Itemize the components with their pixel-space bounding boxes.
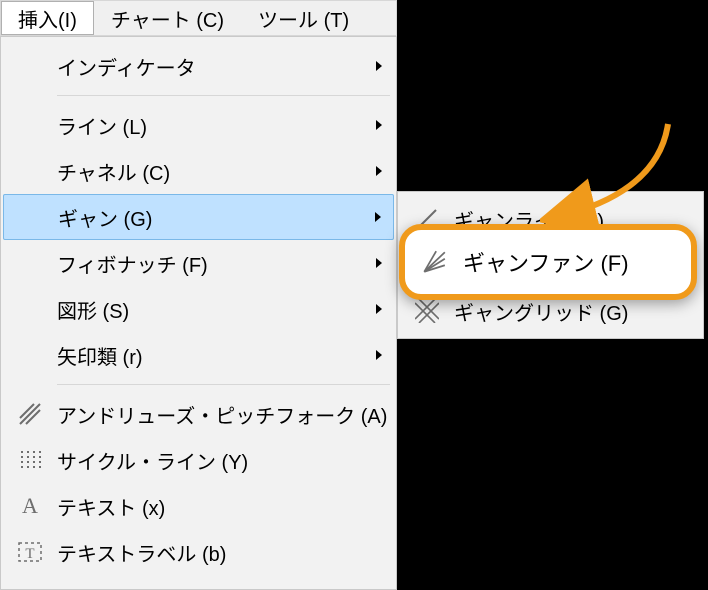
svg-text:T: T	[25, 546, 34, 562]
submenu-arrow-icon	[370, 165, 388, 177]
menu-item-fibonacci[interactable]: フィボナッチ (F)	[3, 240, 394, 286]
pitchfork-icon	[16, 400, 44, 428]
menu-item-text-label: テキスト (x)	[57, 492, 370, 521]
menu-item-cycle[interactable]: サイクル・ライン (Y)	[3, 437, 394, 483]
menu-tools-label: ツール (T)	[258, 4, 349, 33]
separator	[57, 384, 390, 385]
menu-item-text[interactable]: A テキスト (x)	[3, 483, 394, 529]
submenu-arrow-icon	[369, 211, 387, 223]
submenu-arrow-icon	[370, 119, 388, 131]
menu-item-arrows[interactable]: 矢印類 (r)	[3, 332, 394, 378]
callout-gannfan: ギャンファン (F)	[399, 224, 697, 300]
gann-grid-icon	[413, 297, 441, 325]
insert-dropdown: インディケータ ライン (L) チャネル (C) ギャン (G) フィボナッチ …	[0, 36, 397, 590]
menu-item-line[interactable]: ライン (L)	[3, 102, 394, 148]
gann-fan-icon	[420, 248, 448, 276]
menu-item-pitchfork-label: アンドリューズ・ピッチフォーク (A)	[57, 400, 387, 429]
menu-chart-label: チャート (C)	[111, 4, 224, 33]
cycle-lines-icon	[16, 446, 44, 474]
callout-label: ギャンファン (F)	[463, 246, 691, 278]
submenu-item-ganngrid-label: ギャングリッド (G)	[454, 297, 693, 326]
menu-insert[interactable]: 挿入(I)	[1, 1, 94, 35]
menu-item-cycle-label: サイクル・ライン (Y)	[57, 446, 370, 475]
submenu-arrow-icon	[370, 257, 388, 269]
menu-item-line-label: ライン (L)	[57, 111, 370, 140]
menu-item-channel[interactable]: チャネル (C)	[3, 148, 394, 194]
submenu-arrow-icon	[370, 349, 388, 361]
menu-item-textlabel-label: テキストラベル (b)	[57, 538, 370, 567]
menu-item-shapes-label: 図形 (S)	[57, 295, 370, 324]
menu-item-indicators-label: インディケータ	[57, 52, 370, 81]
menu-item-shapes[interactable]: 図形 (S)	[3, 286, 394, 332]
menu-chart[interactable]: チャート (C)	[94, 1, 241, 35]
menu-tools[interactable]: ツール (T)	[241, 1, 366, 35]
submenu-arrow-icon	[370, 60, 388, 72]
menu-item-pitchfork[interactable]: アンドリューズ・ピッチフォーク (A)	[3, 391, 394, 437]
menu-item-gann-label: ギャン (G)	[58, 203, 369, 232]
menu-item-arrows-label: 矢印類 (r)	[57, 341, 370, 370]
menu-item-textlabel[interactable]: T テキストラベル (b)	[3, 529, 394, 575]
menubar: 挿入(I) チャート (C) ツール (T)	[0, 0, 397, 36]
menu-insert-label: 挿入(I)	[18, 4, 77, 33]
menu-item-gann[interactable]: ギャン (G)	[3, 194, 394, 240]
menu-item-channel-label: チャネル (C)	[57, 157, 370, 186]
submenu-arrow-icon	[370, 303, 388, 315]
separator	[57, 95, 390, 96]
text-icon: A	[16, 492, 44, 520]
menu-item-indicators[interactable]: インディケータ	[3, 43, 394, 89]
text-label-icon: T	[16, 538, 44, 566]
menu-item-fibonacci-label: フィボナッチ (F)	[57, 249, 370, 278]
